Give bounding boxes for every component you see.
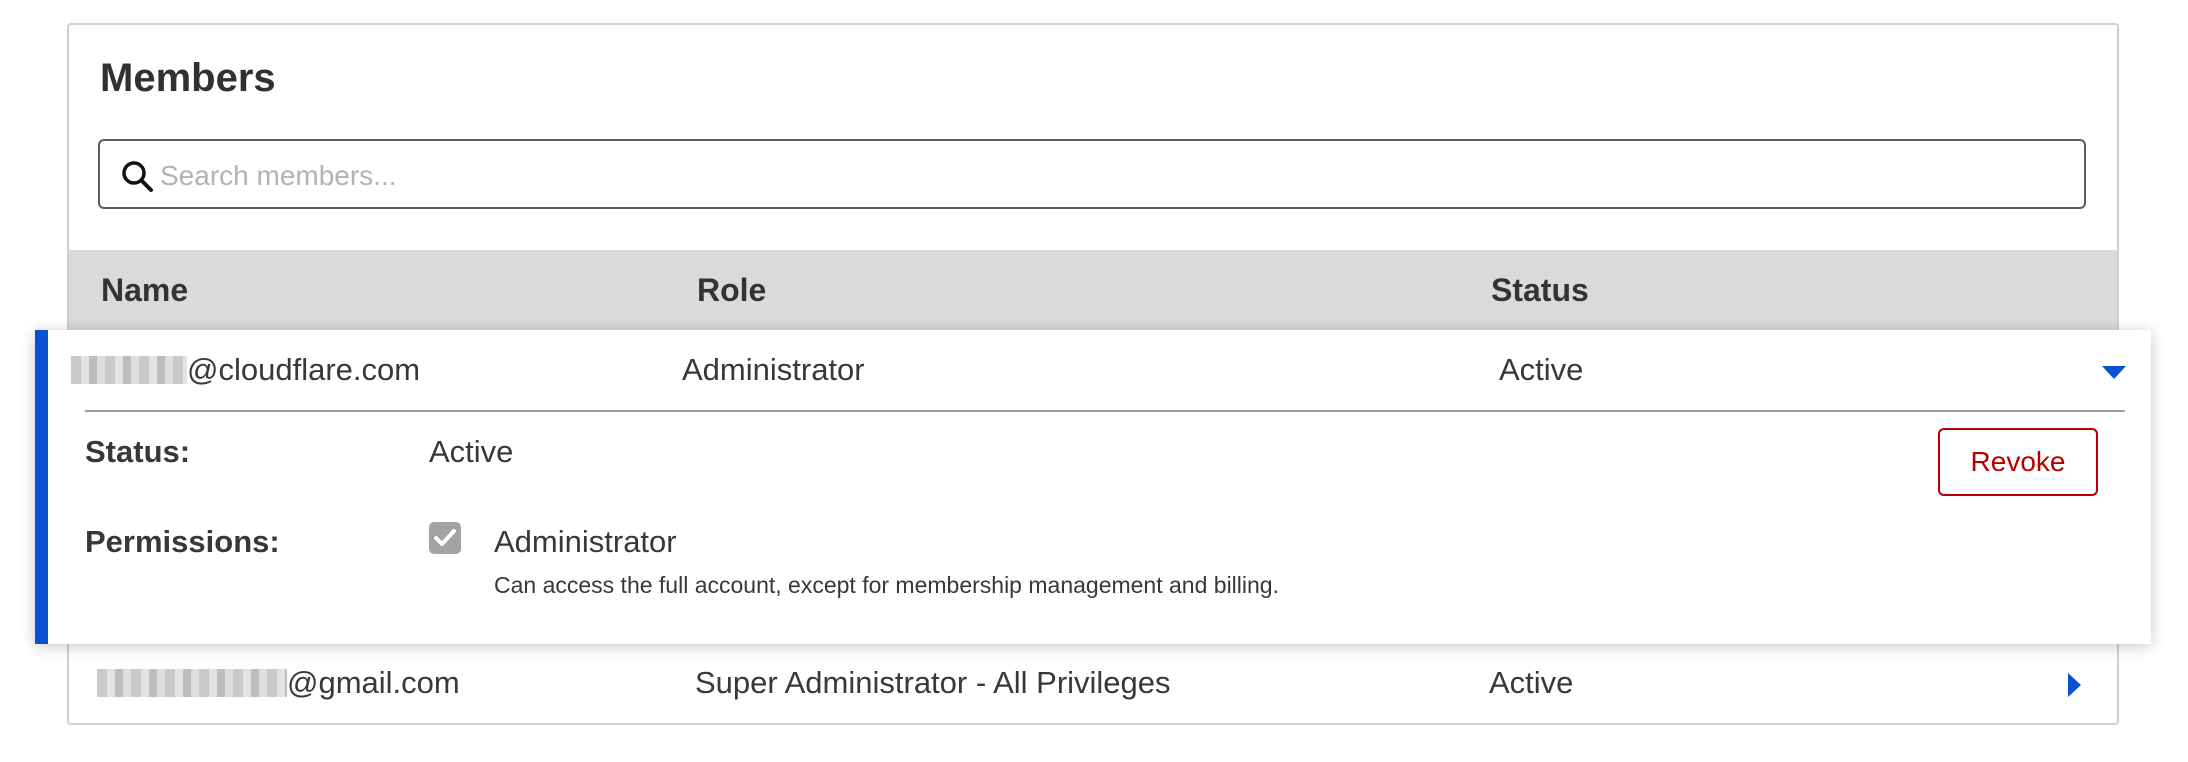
permission-checkbox[interactable] [429, 522, 461, 554]
redacted-username [71, 355, 187, 384]
expand-row-icon[interactable] [2068, 673, 2081, 697]
column-header-status: Status [1491, 272, 1589, 308]
member-email: @cloudflare.com [71, 352, 420, 388]
column-header-role: Role [697, 272, 767, 308]
revoke-button[interactable]: Revoke [1938, 428, 2098, 496]
permission-name: Administrator [494, 524, 677, 559]
collapse-row-icon[interactable] [2102, 366, 2126, 379]
member-email-domain: @gmail.com [287, 665, 460, 700]
row-divider [85, 410, 2125, 412]
member-row[interactable]: @gmail.com Super Administrator - All Pri… [69, 644, 2117, 724]
detail-status-value: Active [429, 434, 514, 469]
member-role: Administrator [682, 352, 865, 387]
detail-permissions-label: Permissions: [85, 524, 280, 559]
member-email: @gmail.com [97, 665, 460, 701]
search-input[interactable]: Search members... [98, 139, 2086, 209]
member-email-domain: @cloudflare.com [187, 352, 421, 387]
member-row-expanded: @cloudflare.com Administrator Active Sta… [35, 330, 2151, 644]
table-header: Name Role Status [69, 250, 2117, 332]
detail-status-label: Status: [85, 434, 191, 469]
permission-description: Can access the full account, except for … [494, 572, 1279, 598]
panel-title: Members [100, 56, 276, 100]
member-status: Active [1489, 665, 1574, 700]
redacted-username [97, 668, 287, 697]
search-icon [122, 161, 153, 192]
member-status: Active [1499, 352, 1584, 387]
column-header-name: Name [101, 272, 189, 308]
checkmark-icon [434, 529, 456, 546]
search-placeholder: Search members... [160, 160, 397, 191]
selected-row-accent [35, 330, 48, 644]
member-role: Super Administrator - All Privileges [695, 665, 1171, 700]
